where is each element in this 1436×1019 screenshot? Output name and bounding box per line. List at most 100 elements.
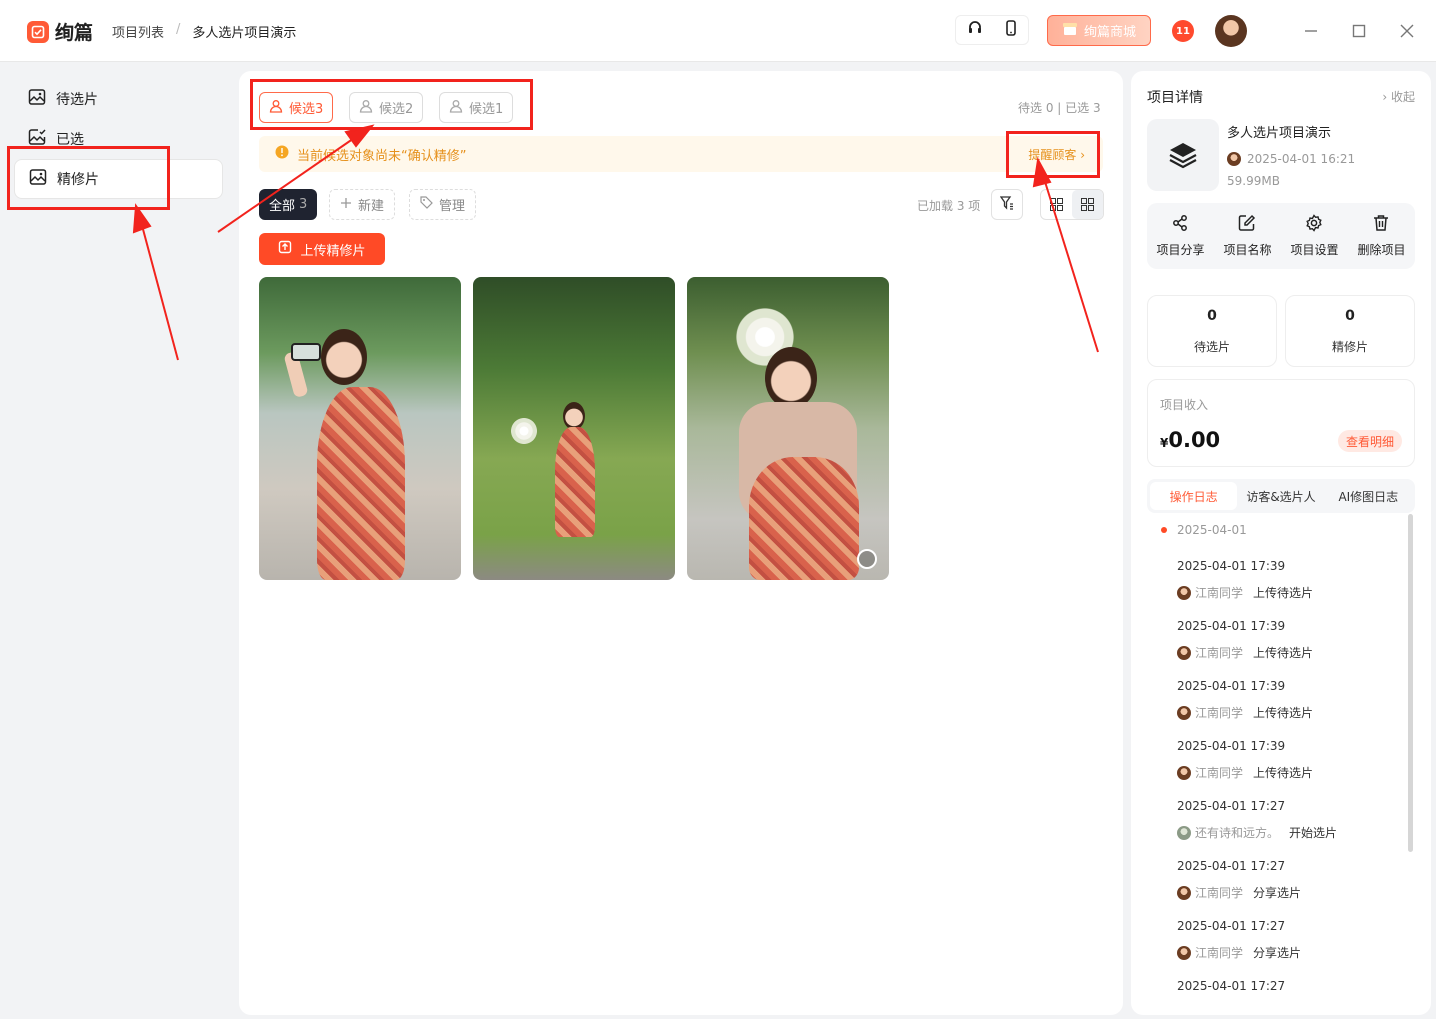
shop-label: 绚篇商城 (1083, 25, 1136, 40)
selected-count: 已选 3 (1065, 101, 1101, 115)
phone-icon[interactable] (1004, 20, 1018, 40)
filter-icon (999, 195, 1014, 214)
log-time: 2025-04-01 17:39 (1177, 559, 1286, 573)
filter-all-count: 3 (299, 197, 308, 212)
log-scrollbar[interactable] (1408, 514, 1413, 852)
user-avatar[interactable] (1215, 15, 1247, 47)
panel-title: 项目详情 (1147, 90, 1203, 106)
project-size: 59.99MB (1227, 174, 1280, 188)
notice-banner: 当前候选对象尚未“确认精修” 提醒顾客 › (259, 136, 1103, 172)
annotation-box-remind (1006, 131, 1100, 178)
main-panel: 候选3 候选2 候选1 待选 0 | 已选 3 当前候选对象尚未“确认精修” 提… (239, 71, 1123, 1015)
log-time: 2025-04-01 17:39 (1177, 739, 1286, 753)
top-bar: 绚篇 项目列表 / 多人选片项目演示 绚篇商城 11 (0, 0, 1436, 62)
gear-icon (1305, 214, 1323, 235)
collapse-label: 收起 (1390, 90, 1415, 104)
action-label: 项目名称 (1223, 243, 1272, 257)
breadcrumb-separator: / (176, 22, 181, 37)
stat-pending[interactable]: 0 待选片 (1147, 295, 1277, 367)
view-detail-button[interactable]: 查看明细 (1337, 430, 1402, 452)
log-time: 2025-04-01 17:39 (1177, 619, 1286, 633)
shop-button[interactable]: 绚篇商城 (1047, 15, 1151, 46)
income-label: 项目收入 (1160, 398, 1209, 412)
photo-thumbnail[interactable] (473, 277, 675, 580)
view-toggle (1040, 189, 1104, 220)
loaded-count: 已加载 3 项 (917, 199, 981, 213)
share-project-button[interactable]: 项目分享 (1156, 214, 1205, 258)
action-label: 项目分享 (1156, 243, 1205, 257)
app-logo[interactable]: 绚篇 (27, 18, 93, 45)
avatar (1177, 765, 1191, 780)
list-item: 2025-04-01 17:39 江南同学 上传待选片 (1177, 679, 1313, 721)
maximize-icon[interactable] (1346, 18, 1372, 44)
log-user: 江南同学 (1195, 886, 1244, 900)
sidebar-item-pending[interactable]: 待选片 (14, 79, 223, 119)
photo-thumbnail[interactable] (687, 277, 889, 580)
large-grid-icon[interactable] (1072, 190, 1103, 219)
select-checkbox[interactable] (857, 549, 877, 569)
share-icon (1171, 214, 1189, 235)
camera-prop (291, 343, 321, 361)
avatar (1177, 885, 1191, 900)
avatar (1177, 585, 1191, 600)
small-grid-icon[interactable] (1041, 198, 1072, 211)
new-label: 新建 (358, 199, 385, 214)
tab-ai-retouch-log[interactable]: AI修图日志 (1325, 482, 1412, 510)
shop-icon (1062, 21, 1078, 41)
action-label: 删除项目 (1357, 243, 1406, 257)
filter-all-button[interactable]: 全部 3 (259, 189, 318, 220)
log-user: 江南同学 (1195, 646, 1244, 660)
log-user: 江南同学 (1195, 946, 1244, 960)
tag-icon (420, 196, 433, 213)
filter-clear-button[interactable] (991, 189, 1023, 220)
project-settings-button[interactable]: 项目设置 (1290, 214, 1339, 258)
pending-count: 待选 0 (1018, 101, 1054, 115)
log-time: 2025-04-01 17:27 (1177, 979, 1286, 993)
avatar (1177, 645, 1191, 660)
annotation-box-candidate-tabs (250, 79, 533, 130)
stat-label: 待选片 (1193, 339, 1230, 354)
breadcrumb-project-list[interactable]: 项目列表 (112, 22, 164, 41)
log-user: 江南同学 (1195, 706, 1244, 720)
photo-subject (563, 402, 585, 430)
list-item: 2025-04-01 17:27 还有诗和远方。 开始选片 (1177, 799, 1337, 841)
project-detail-panel: 项目详情 › 收起 多人选片项目演示 2025-04-01 16:21 59.9… (1131, 71, 1431, 1015)
timeline-dot (1161, 527, 1167, 533)
new-tag-button[interactable]: 新建 (329, 189, 396, 220)
avatar (1177, 705, 1191, 720)
project-actions: 项目分享 项目名称 项目设置 删除项目 (1147, 203, 1415, 269)
tab-operation-log[interactable]: 操作日志 (1150, 482, 1238, 510)
rename-project-button[interactable]: 项目名称 (1223, 214, 1272, 258)
list-item: 2025-04-01 17:39 江南同学 上传待选片 (1177, 559, 1313, 601)
stat-retouched[interactable]: 0 精修片 (1285, 295, 1415, 367)
image-icon (28, 88, 46, 110)
headset-icon[interactable] (967, 20, 983, 40)
log-time: 2025-04-01 17:39 (1177, 679, 1286, 693)
log-user: 江南同学 (1195, 766, 1244, 780)
photo-thumbnail[interactable] (259, 277, 461, 580)
logo-check-icon (27, 20, 49, 43)
breadcrumb-current-project: 多人选片项目演示 (192, 26, 297, 41)
minimize-icon[interactable] (1298, 18, 1324, 44)
tab-visitors[interactable]: 访客&选片人 (1237, 482, 1324, 510)
upload-label: 上传精修片 (300, 243, 366, 259)
logo-text: 绚篇 (55, 22, 94, 44)
notification-badge[interactable]: 11 (1172, 20, 1194, 42)
log-action: 开始选片 (1289, 826, 1338, 840)
close-icon[interactable] (1394, 18, 1420, 44)
log-list: 2025-04-01 2025-04-01 17:39 江南同学 上传待选片 20… (1147, 521, 1415, 1015)
selection-counts: 待选 0 | 已选 3 (1018, 99, 1101, 116)
log-user: 还有诗和远方。 (1195, 826, 1280, 840)
log-day-header: 2025-04-01 (1161, 523, 1247, 537)
delete-project-button[interactable]: 删除项目 (1357, 214, 1406, 258)
photo-subject (321, 329, 367, 385)
upload-retouched-button[interactable]: 上传精修片 (259, 233, 385, 265)
manage-tags-button[interactable]: 管理 (409, 189, 477, 220)
log-action: 上传待选片 (1253, 586, 1314, 600)
log-time: 2025-04-01 17:27 (1177, 859, 1286, 873)
list-item: 2025-04-01 17:27 (1177, 979, 1285, 993)
avatar (1227, 152, 1241, 166)
manage-label: 管理 (439, 199, 466, 214)
photo-subject (765, 347, 817, 409)
collapse-button[interactable]: › 收起 (1382, 88, 1415, 105)
